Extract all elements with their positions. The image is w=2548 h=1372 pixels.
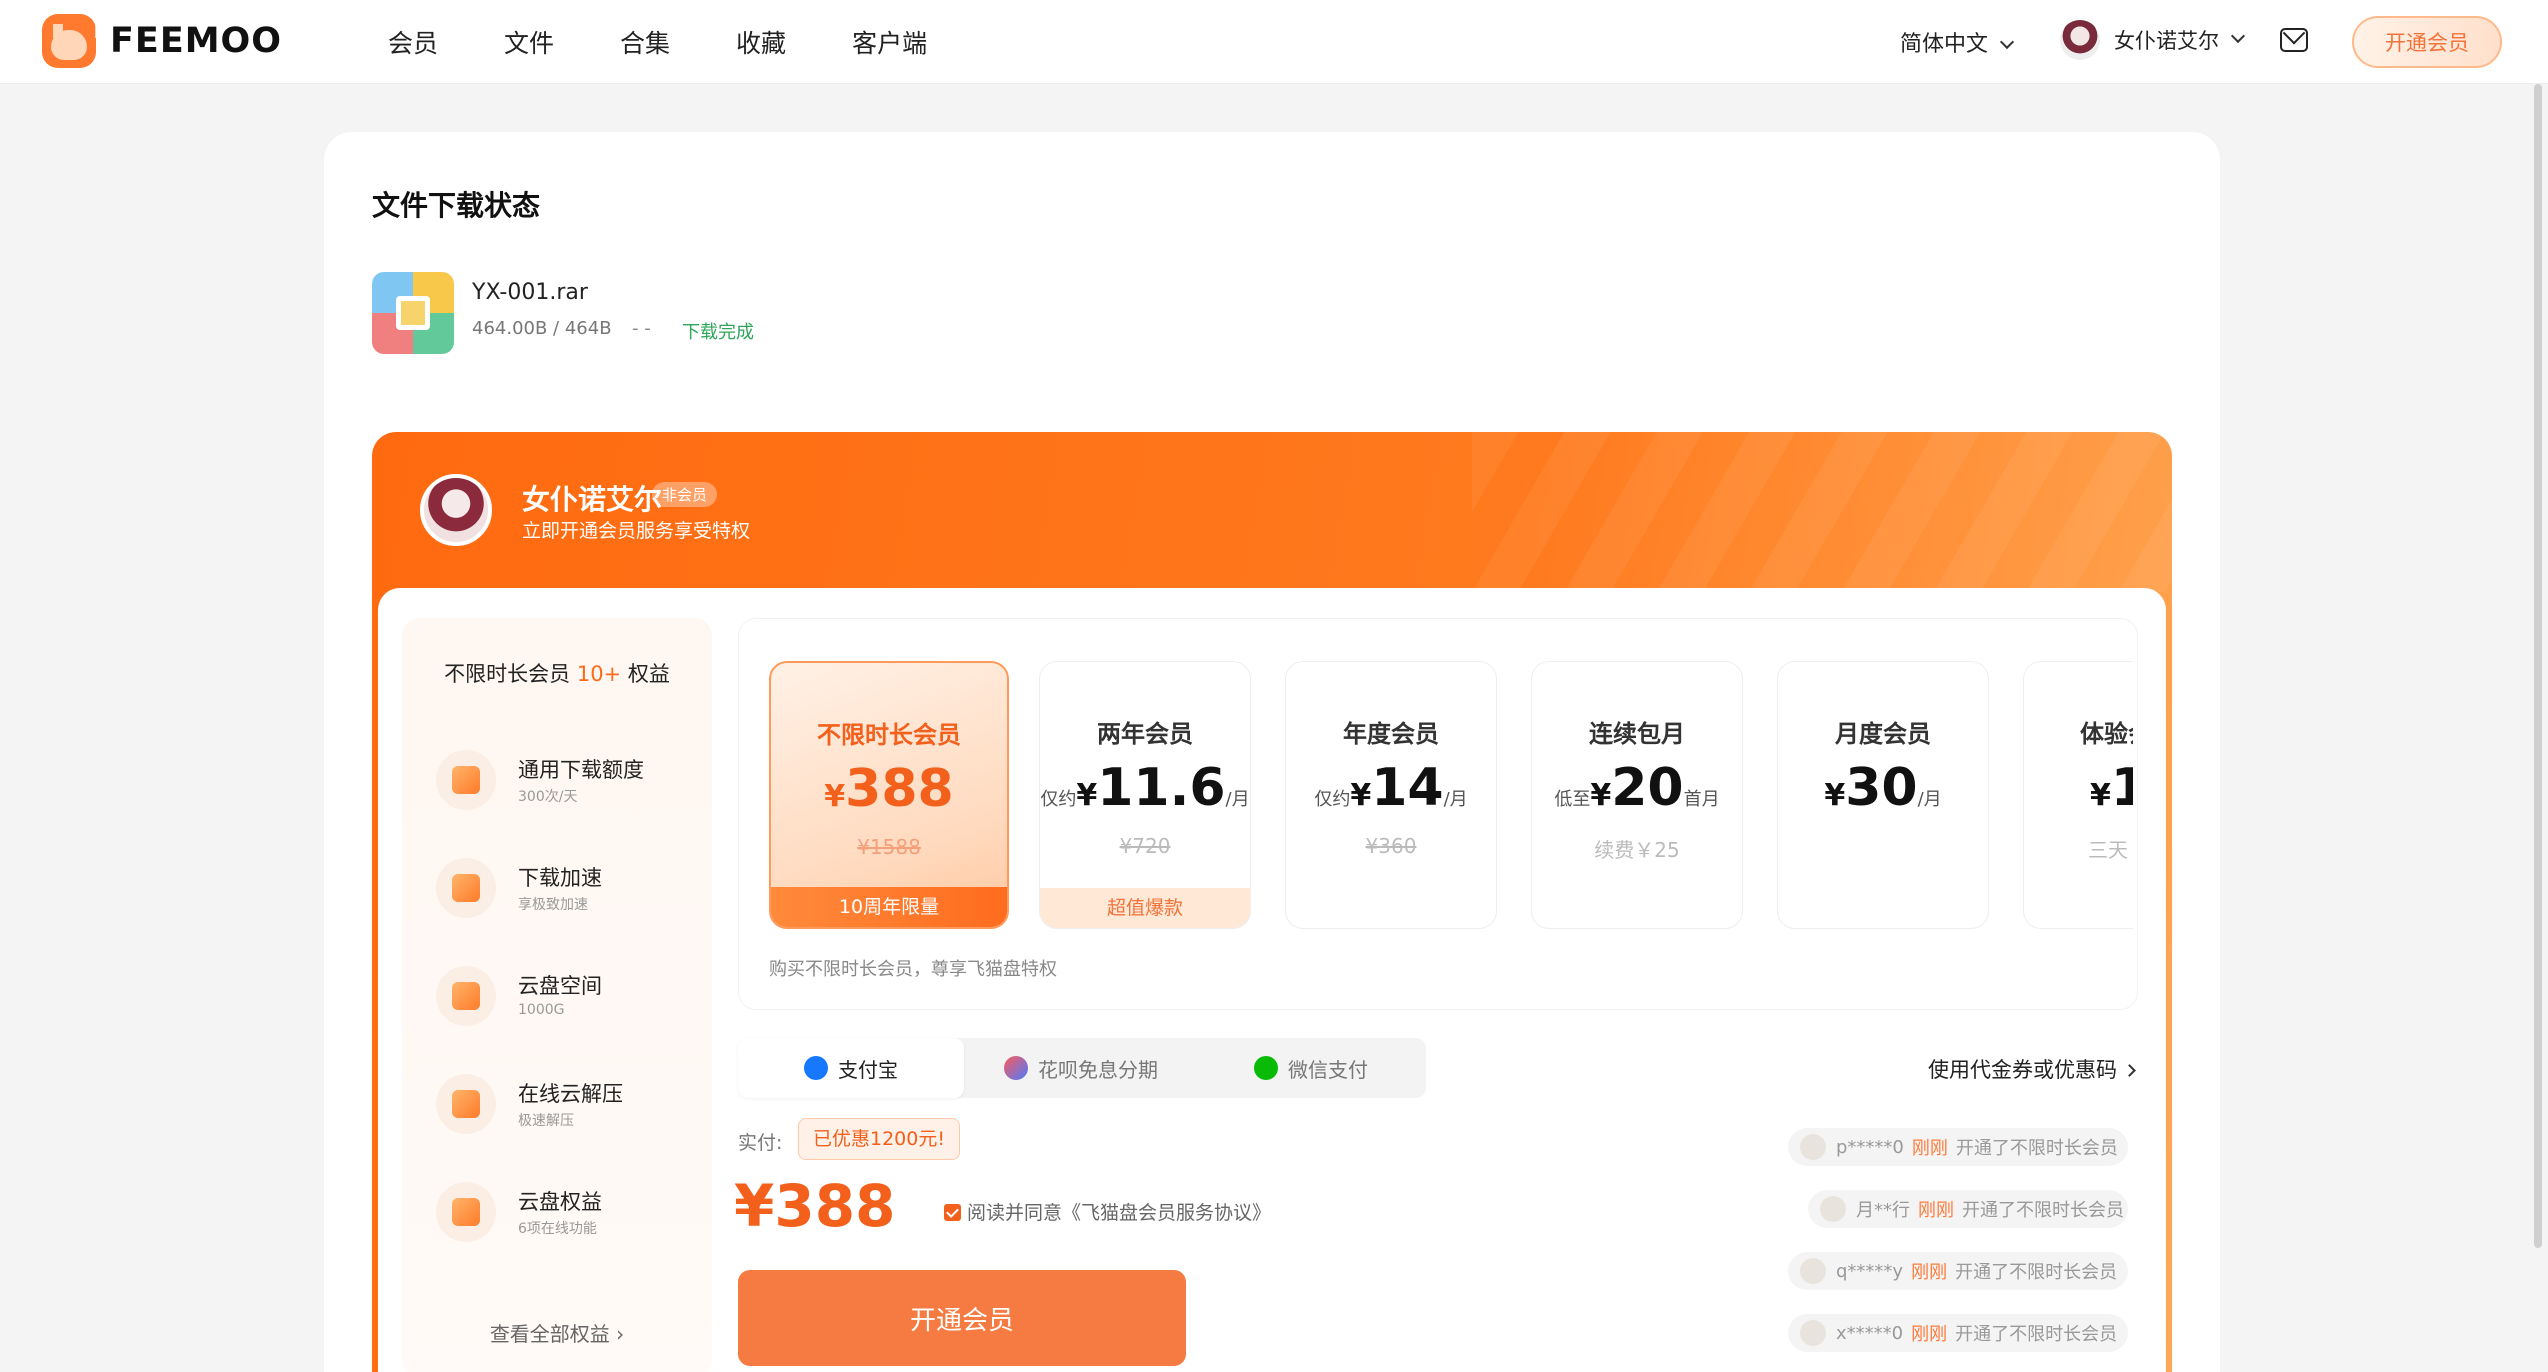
nav-item-favorites[interactable]: 收藏 <box>736 24 786 60</box>
wechat-icon <box>1254 1056 1278 1080</box>
benefit-unzip: 在线云解压 极速解压 <box>436 1068 696 1138</box>
avatar <box>1800 1134 1826 1160</box>
benefits-title: 不限时长会员 10+ 权益 <box>444 662 670 686</box>
file-size: 464.00B / 464B <box>472 318 612 339</box>
username: 女仆诺艾尔 <box>2114 29 2219 53</box>
status-badge: 非会员 <box>652 482 718 507</box>
avatar <box>420 474 492 546</box>
language-select[interactable]: 简体中文 <box>1900 26 2015 58</box>
avatar <box>1820 1196 1846 1222</box>
benefit-cloud-rights: 云盘权益 6项在线功能 <box>436 1176 696 1246</box>
download-quota-icon <box>436 750 496 810</box>
avatar <box>2060 20 2100 60</box>
checkbox-checked-icon <box>944 1204 961 1221</box>
vip-panel: 女仆诺艾尔 非会员 立即开通会员服务享受特权 不限时长会员 10+ 权益 通用下… <box>372 432 2172 1372</box>
plans-note: 购买不限时长会员，尊享飞猫盘特权 <box>769 959 1057 980</box>
discount-badge: 已优惠1200元! <box>798 1118 960 1160</box>
top-navbar: FEEMOO 会员 文件 合集 收藏 客户端 简体中文 女仆诺艾尔 开通会员 <box>0 0 2548 84</box>
plan-monthly[interactable]: 月度会员 ¥30/月 <box>1777 661 1989 929</box>
actual-pay-label: 实付: <box>738 1132 783 1154</box>
page-title: 文件下载状态 <box>372 189 541 222</box>
open-vip-submit-button[interactable]: 开通会员 <box>738 1270 1186 1366</box>
cat-logo-icon <box>42 14 96 68</box>
logo[interactable]: FEEMOO <box>42 14 282 68</box>
lightning-icon <box>436 858 496 918</box>
file-name: YX-001.rar <box>472 280 588 305</box>
chevron-right-icon <box>2123 1064 2136 1077</box>
download-status: 下载完成 <box>682 322 754 343</box>
archive-file-icon <box>372 272 454 354</box>
purchase-feed-item: x*****0 刚刚 开通了不限时长会员 <box>1788 1314 2128 1352</box>
unzip-icon <box>436 1074 496 1134</box>
plan-two-year[interactable]: 两年会员 仅约¥11.6/月 ¥720 超值爆款 <box>1039 661 1251 929</box>
chevron-down-icon <box>1999 34 2015 50</box>
nav-item-vip[interactable]: 会员 <box>388 24 438 60</box>
tab-huabei[interactable]: 花呗免息分期 <box>968 1038 1194 1098</box>
plans-box: 不限时长会员 ¥388 ¥1588 10周年限量 两年会员 仅约¥11.6/月 … <box>738 618 2138 1010</box>
benefit-download-speed: 下载加速 享极致加速 <box>436 852 696 922</box>
open-vip-button[interactable]: 开通会员 <box>2352 16 2502 68</box>
total-price: ¥388 <box>734 1172 896 1240</box>
language-label: 简体中文 <box>1900 32 1989 57</box>
purchase-feed-item: q*****y 刚刚 开通了不限时长会员 <box>1788 1252 2128 1290</box>
purchase-feed-item: p*****0 刚刚 开通了不限时长会员 <box>1788 1128 2128 1166</box>
avatar <box>1800 1320 1826 1346</box>
avatar <box>1800 1258 1826 1284</box>
alipay-icon <box>804 1056 828 1080</box>
benefit-download-quota: 通用下载额度 300次/天 <box>436 744 696 814</box>
download-speed: - - <box>632 318 651 339</box>
vip-content: 不限时长会员 10+ 权益 通用下载额度 300次/天 下载加速 享极致加速 云盘空… <box>378 588 2166 1372</box>
agreement-checkbox[interactable]: 阅读并同意《飞猫盘会员服务协议》 <box>944 1198 1271 1225</box>
tab-alipay[interactable]: 支付宝 <box>738 1038 964 1098</box>
plan-monthly-auto[interactable]: 连续包月 低至¥20首月 续费￥25 <box>1531 661 1743 929</box>
coupon-link[interactable]: 使用代金券或优惠码 <box>1928 1054 2136 1084</box>
logo-text: FEEMOO <box>110 21 283 61</box>
purchase-feed-item: 月**行 刚刚 开通了不限时长会员 <box>1808 1190 2128 1228</box>
payment-tabs: 支付宝 花呗免息分期 微信支付 <box>738 1038 1426 1098</box>
scrollbar[interactable] <box>2534 84 2542 1248</box>
plan-lifetime[interactable]: 不限时长会员 ¥388 ¥1588 10周年限量 <box>769 661 1009 929</box>
main-nav: 会员 文件 合集 收藏 客户端 <box>388 0 993 84</box>
nav-item-files[interactable]: 文件 <box>504 24 554 60</box>
benefit-cloud-space: 云盘空间 1000G <box>436 960 696 1030</box>
chevron-down-icon <box>2230 28 2246 44</box>
mail-icon[interactable] <box>2280 28 2308 52</box>
nav-item-client[interactable]: 客户端 <box>852 24 927 60</box>
decorative-wave <box>1472 432 2172 592</box>
huabei-icon <box>1004 1056 1028 1080</box>
box-icon <box>436 1182 496 1242</box>
tab-wechat-pay[interactable]: 微信支付 <box>1198 1038 1424 1098</box>
view-all-benefits-link[interactable]: 查看全部权益 › <box>402 1318 712 1347</box>
plan-trial[interactable]: 体验会 ¥1 三天 <box>2023 661 2133 929</box>
cloud-drive-icon <box>436 966 496 1026</box>
vip-username: 女仆诺艾尔 <box>522 483 663 516</box>
user-menu[interactable]: 女仆诺艾尔 <box>2060 20 2246 60</box>
plan-annual[interactable]: 年度会员 仅约¥14/月 ¥360 <box>1285 661 1497 929</box>
vip-subtitle: 立即开通会员服务享受特权 <box>522 520 751 542</box>
nav-item-collections[interactable]: 合集 <box>620 24 670 60</box>
benefits-panel: 不限时长会员 10+ 权益 通用下载额度 300次/天 下载加速 享极致加速 云盘空… <box>402 618 712 1372</box>
